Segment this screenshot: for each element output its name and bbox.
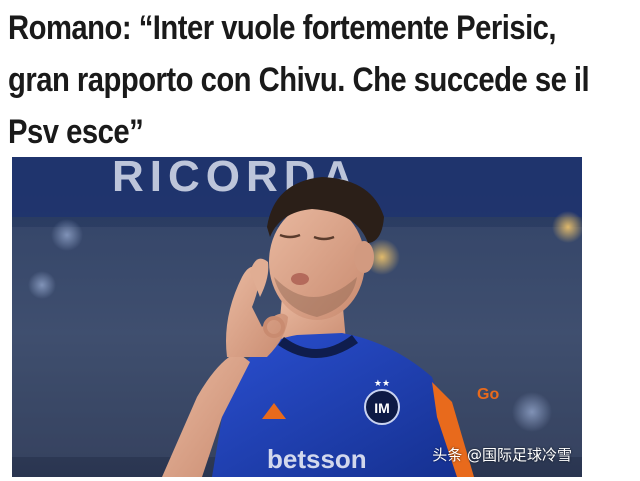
headline-line-2: gran rapporto con Chivu. Che succede se … bbox=[8, 61, 590, 99]
headline-line-1: Romano: “Inter vuole fortemente Perisic, bbox=[8, 9, 557, 47]
jersey-side-text: Go bbox=[477, 386, 499, 403]
article-headline: Romano: “Inter vuole fortemente Perisic,… bbox=[8, 2, 590, 158]
svg-text:IM: IM bbox=[374, 400, 390, 416]
watermark-text: 头条 @国际足球冷雪 bbox=[432, 446, 572, 464]
article-photo: RICORDA Go IM ★★ betsson 头条 @国际足球冷雪 bbox=[12, 157, 582, 477]
headline-line-3: Psv esce” bbox=[8, 113, 144, 151]
jersey-sponsor: betsson bbox=[267, 444, 367, 474]
football-player-photo: RICORDA Go IM ★★ betsson bbox=[12, 157, 582, 477]
svg-text:★★: ★★ bbox=[374, 378, 390, 388]
